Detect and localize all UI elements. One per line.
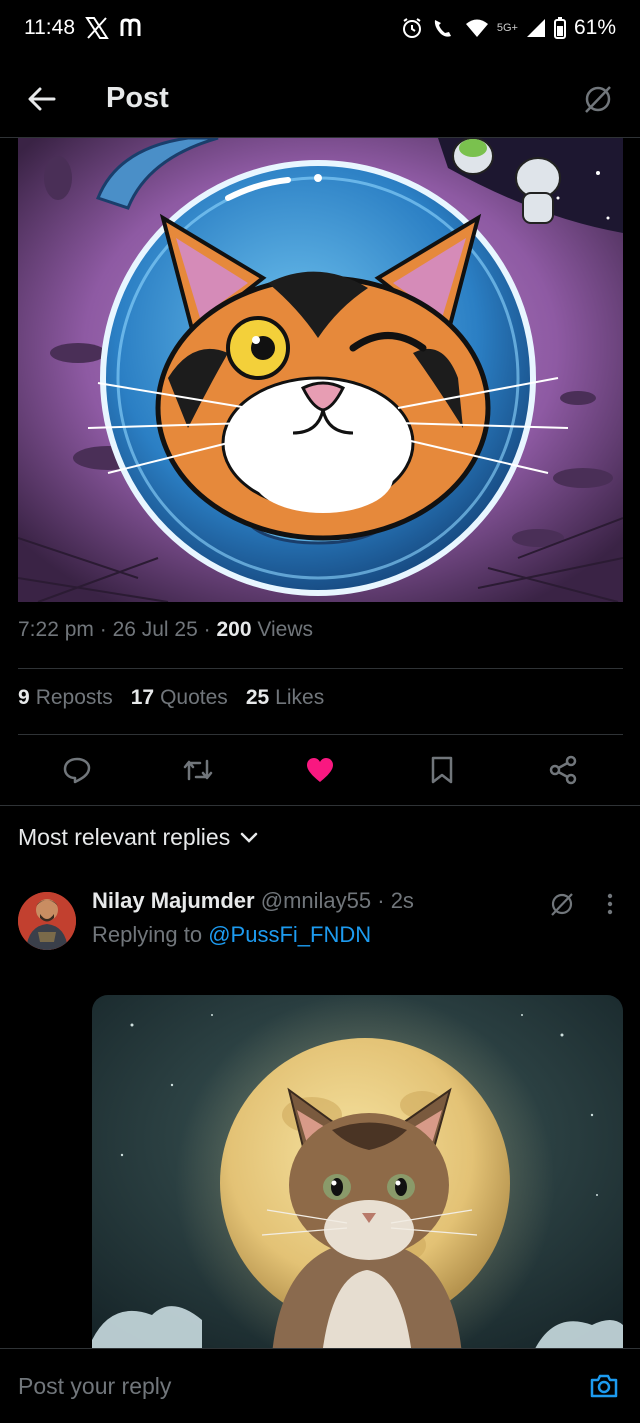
wifi-call-icon: [431, 17, 457, 39]
camera-button[interactable]: [586, 1368, 622, 1404]
like-button[interactable]: [296, 746, 344, 794]
replying-to: Replying to @PussFi_FNDN: [92, 922, 371, 948]
repost-button[interactable]: [174, 746, 222, 794]
quotes-count: 17: [130, 686, 155, 709]
status-time: 11:48: [24, 16, 75, 39]
share-button[interactable]: [539, 746, 587, 794]
reply-input[interactable]: Post your reply: [18, 1373, 171, 1400]
reply-grok-button[interactable]: [546, 888, 578, 920]
reposts-count: 9: [18, 686, 30, 709]
grok-icon: [551, 893, 573, 916]
alarm-icon: [401, 17, 423, 39]
action-bar: [0, 745, 640, 795]
grok-icon: [585, 85, 611, 113]
heart-icon: [306, 758, 333, 782]
battery-icon: [553, 17, 566, 39]
back-button[interactable]: [22, 79, 62, 119]
bookmark-icon: [431, 756, 452, 784]
views-label: Views: [257, 618, 313, 641]
status-bar: 11:48 5G+ 61%: [0, 0, 640, 56]
post-time: 7:22 pm: [18, 618, 94, 641]
replies-sort-label: Most relevant replies: [18, 824, 231, 850]
top-bar: Post: [0, 60, 640, 138]
reposts-label: Reposts: [35, 686, 113, 709]
likes-count: 25: [245, 686, 270, 709]
battery-percent: 61%: [573, 16, 616, 39]
divider: [0, 805, 640, 806]
avatar[interactable]: [18, 892, 76, 950]
more-vertical-icon: [607, 893, 613, 915]
grok-button[interactable]: [578, 79, 618, 119]
replying-mention-link[interactable]: @PussFi_FNDN: [208, 922, 371, 947]
signal-icon: [526, 18, 546, 38]
reply-button[interactable]: [53, 746, 101, 794]
replying-prefix: Replying to: [92, 922, 203, 947]
x-logo-icon: [85, 17, 109, 39]
repost-icon: [184, 759, 213, 781]
reply-composer: Post your reply: [0, 1348, 640, 1423]
reply-time: 2s: [390, 888, 414, 913]
chevron-down-icon: [240, 832, 258, 843]
reposts-stat[interactable]: 9 Reposts: [18, 686, 113, 710]
reply-author-name[interactable]: Nilay Majumder: [92, 888, 255, 913]
reply-header: Nilay Majumder @mnilay55 · 2s: [92, 888, 414, 913]
wifi-icon: [465, 18, 489, 38]
page-title: Post: [106, 82, 169, 114]
bookmark-button[interactable]: [418, 746, 466, 794]
divider: [18, 668, 623, 669]
post-date: 26 Jul 25: [112, 618, 198, 641]
comment-icon: [63, 757, 91, 784]
quotes-stat[interactable]: 17 Quotes: [131, 686, 228, 710]
reply-image[interactable]: [92, 995, 623, 1355]
divider: [18, 734, 623, 735]
post-stats: 9 Reposts 17 Quotes 25 Likes: [18, 686, 324, 710]
reply-author-handle[interactable]: @mnilay55: [261, 888, 371, 913]
arrow-left-icon: [28, 87, 56, 110]
views-count: 200: [216, 618, 252, 641]
camera-icon: [590, 1374, 618, 1398]
likes-stat[interactable]: 25 Likes: [246, 686, 324, 710]
replies-sort-dropdown[interactable]: Most relevant replies: [18, 824, 258, 851]
post-image[interactable]: [18, 138, 623, 602]
share-icon: [549, 755, 577, 785]
quotes-label: Quotes: [160, 686, 228, 709]
network-type: 5G+: [496, 22, 518, 34]
reply-more-button[interactable]: [596, 888, 624, 920]
post-timestamp: 7:22 pm · 26 Jul 25 · 200 Views: [18, 618, 313, 641]
m-app-icon: [119, 18, 143, 38]
likes-label: Likes: [275, 686, 325, 709]
